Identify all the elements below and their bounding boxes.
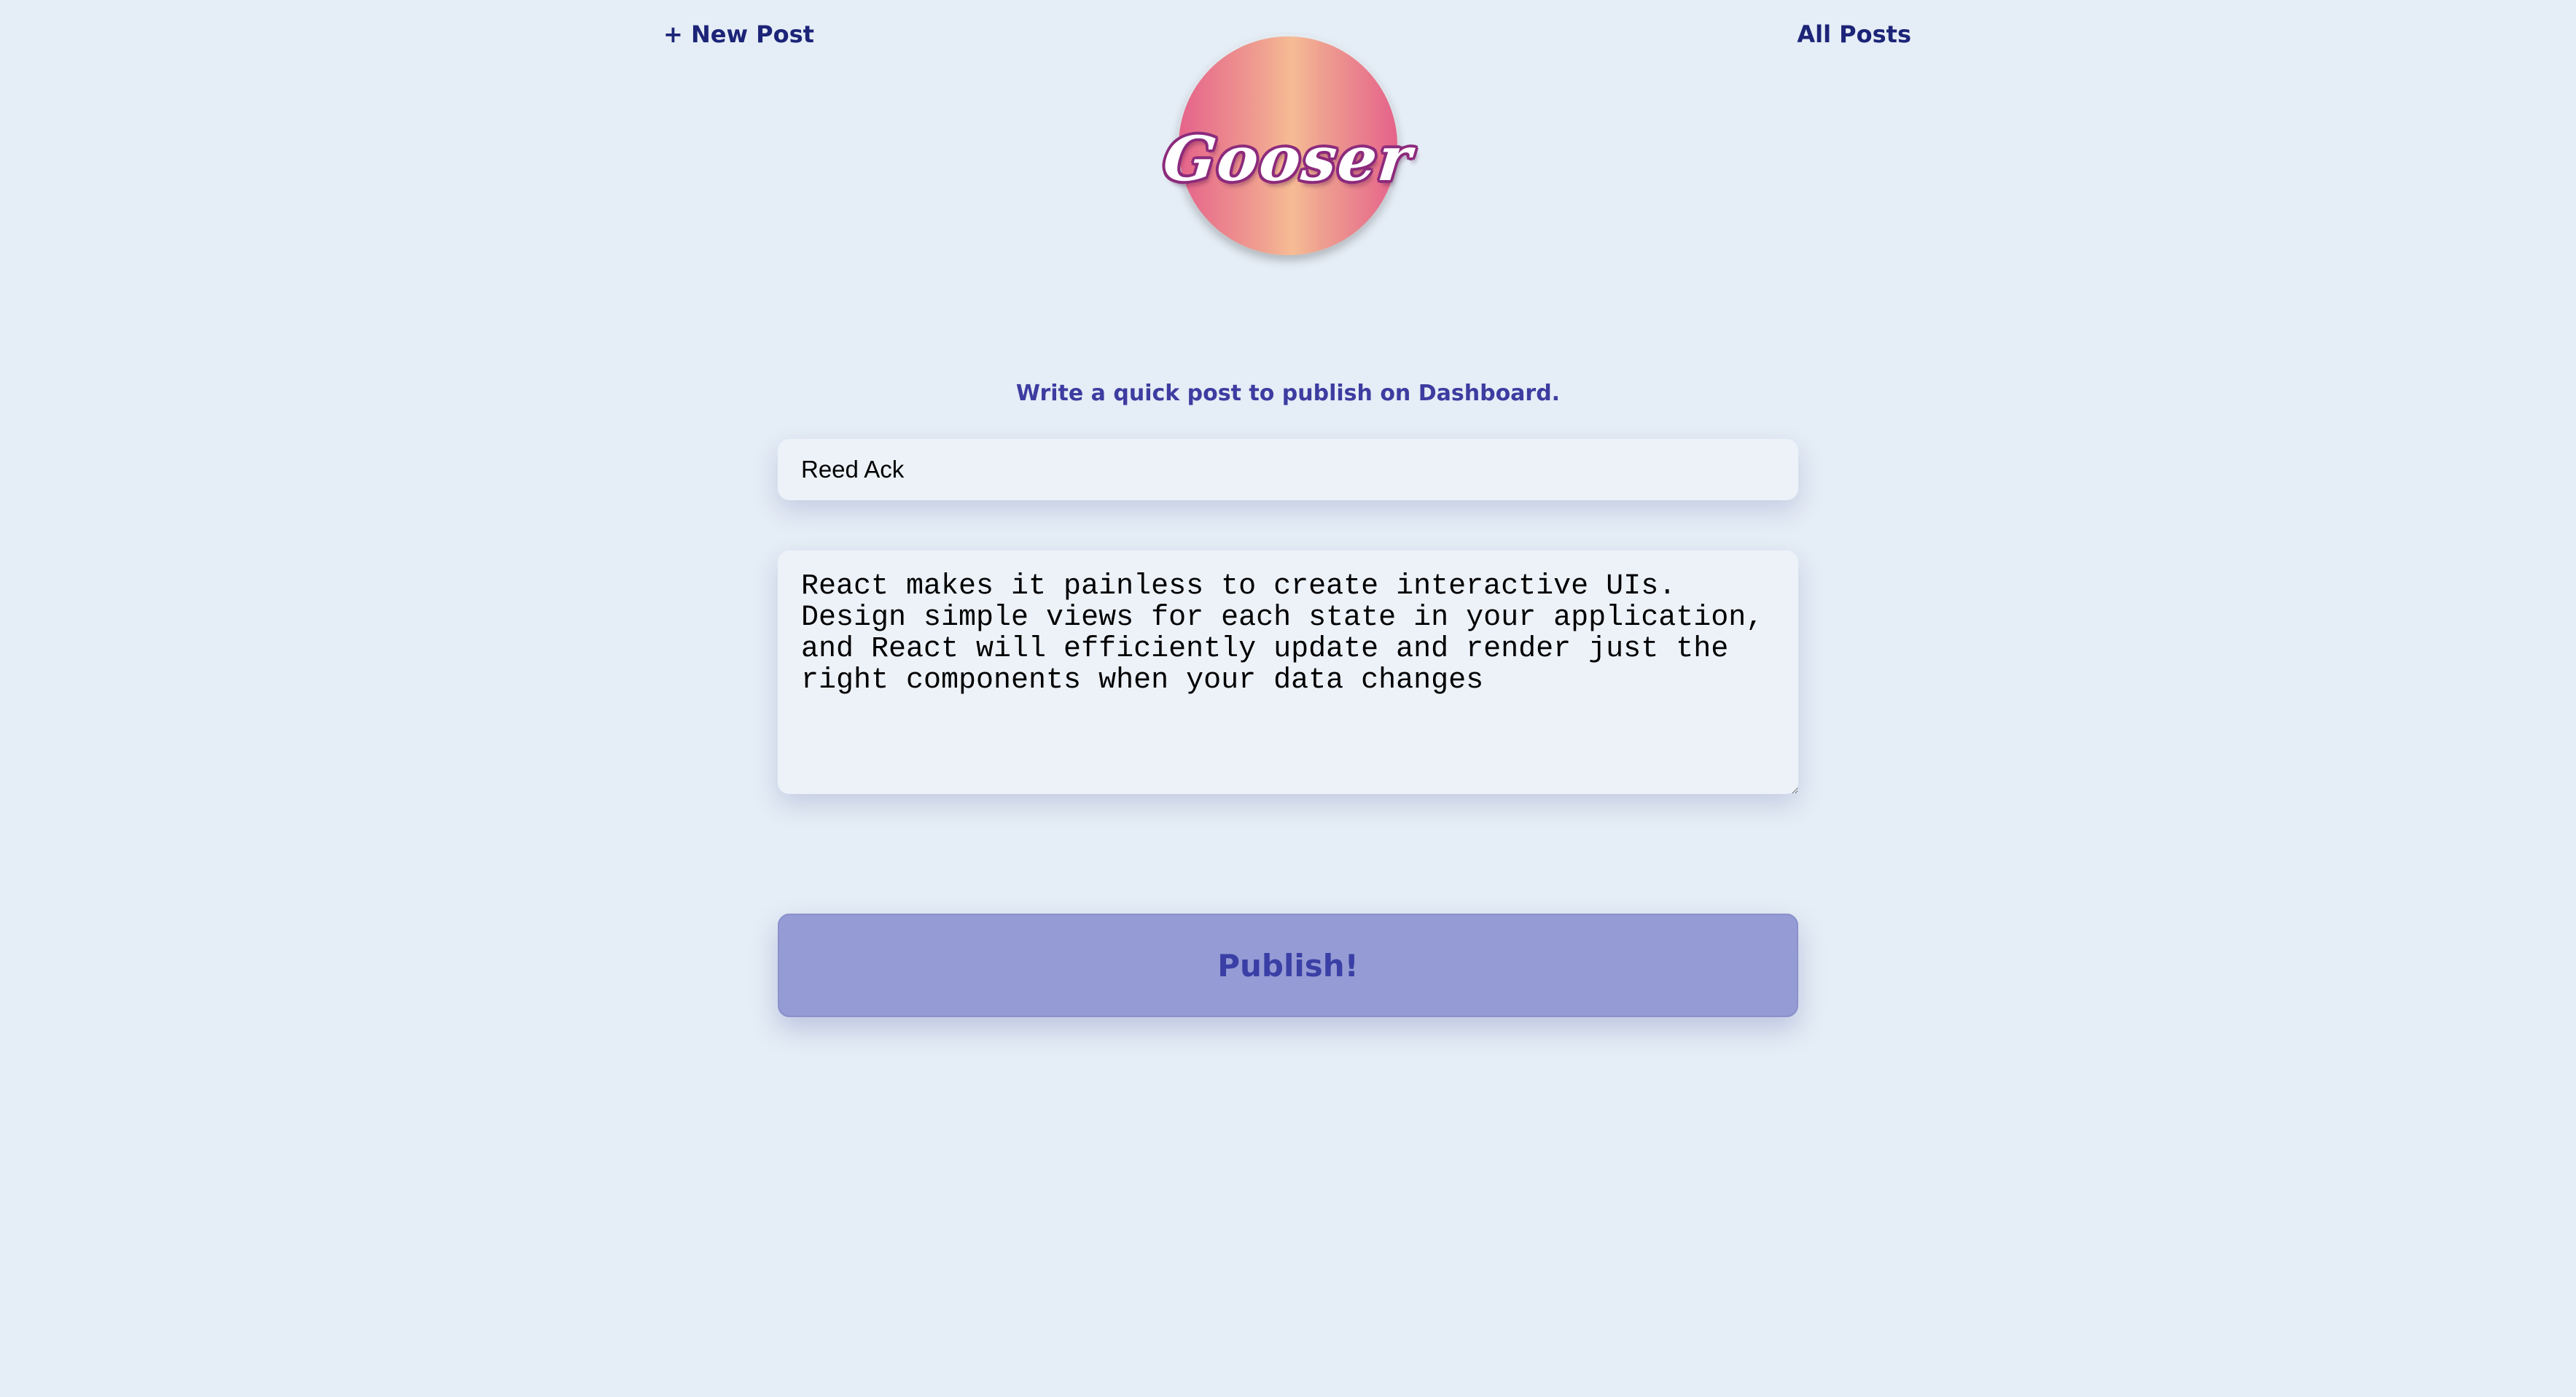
publish-button[interactable]: Publish! [778, 914, 1798, 1017]
gooser-logo: Gooser [1160, 36, 1416, 255]
post-body-textarea[interactable]: React makes it painless to create intera… [778, 550, 1798, 794]
form-subtitle: Write a quick post to publish on Dashboa… [1015, 381, 1561, 406]
logo-text: Gooser [1160, 122, 1416, 195]
author-input[interactable] [778, 439, 1798, 500]
new-post-link[interactable]: + New Post [663, 20, 814, 48]
all-posts-link[interactable]: All Posts [1797, 20, 1911, 48]
page: + New Post All Posts Gooser Write a quic… [0, 0, 2576, 1397]
